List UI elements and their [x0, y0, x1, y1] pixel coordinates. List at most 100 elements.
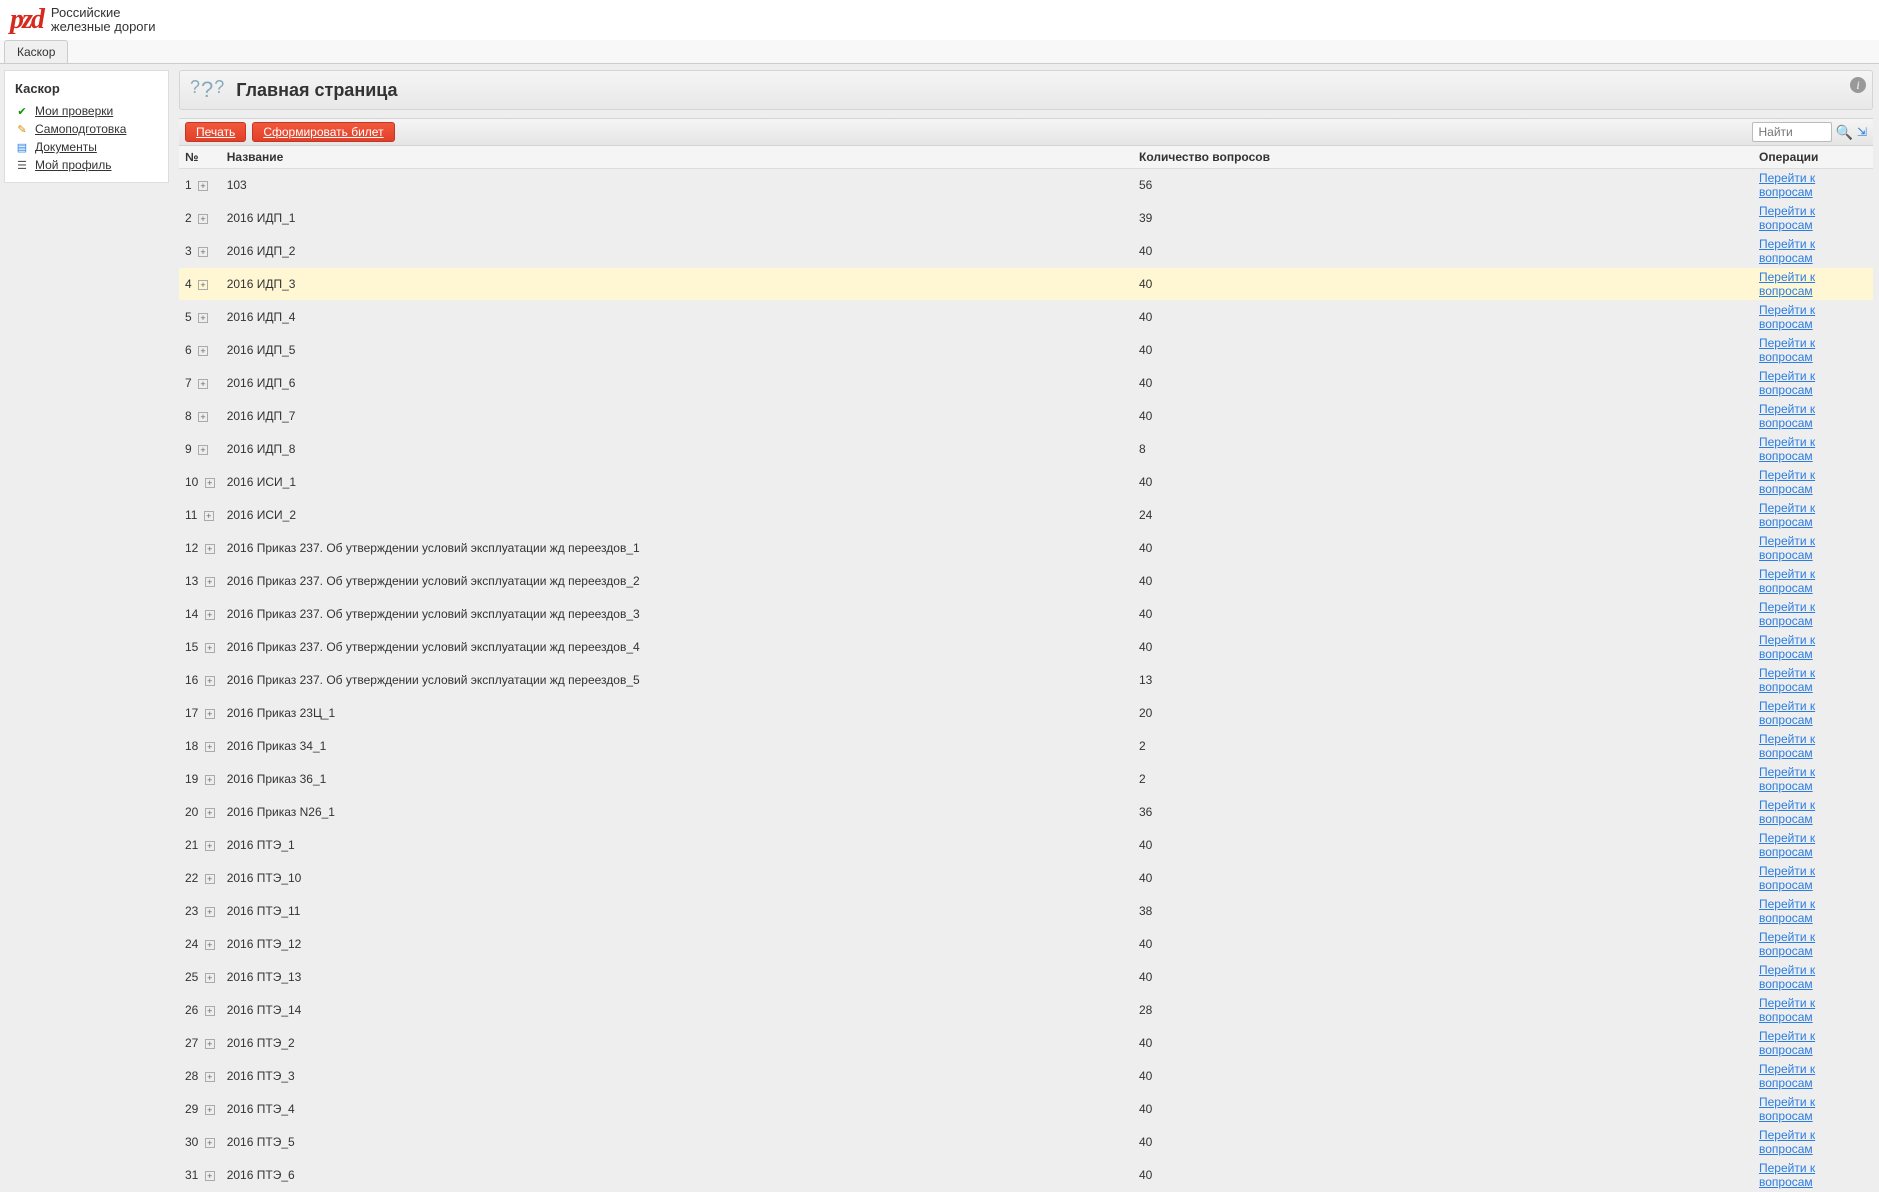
table-row[interactable]: 22 +2016 ПТЭ_1040Перейти к вопросам: [179, 862, 1873, 895]
expand-row-icon[interactable]: +: [205, 544, 215, 554]
go-to-questions-link[interactable]: Перейти к вопросам: [1759, 171, 1815, 199]
table-row[interactable]: 14 +2016 Приказ 237. Об утверждении усло…: [179, 598, 1873, 631]
table-row[interactable]: 3 +2016 ИДП_240Перейти к вопросам: [179, 235, 1873, 268]
go-to-questions-link[interactable]: Перейти к вопросам: [1759, 534, 1815, 562]
go-to-questions-link[interactable]: Перейти к вопросам: [1759, 270, 1815, 298]
go-to-questions-link[interactable]: Перейти к вопросам: [1759, 435, 1815, 463]
expand-row-icon[interactable]: +: [198, 280, 208, 290]
expand-row-icon[interactable]: +: [205, 808, 215, 818]
expand-row-icon[interactable]: +: [205, 1072, 215, 1082]
go-to-questions-link[interactable]: Перейти к вопросам: [1759, 1029, 1815, 1057]
go-to-questions-link[interactable]: Перейти к вопросам: [1759, 864, 1815, 892]
expand-row-icon[interactable]: +: [205, 940, 215, 950]
sidebar-item-docs[interactable]: ▤ Документы: [5, 138, 168, 156]
col-header-name[interactable]: Название: [221, 146, 1133, 169]
table-row[interactable]: 26 +2016 ПТЭ_1428Перейти к вопросам: [179, 994, 1873, 1027]
table-row[interactable]: 8 +2016 ИДП_740Перейти к вопросам: [179, 400, 1873, 433]
expand-row-icon[interactable]: +: [205, 676, 215, 686]
table-row[interactable]: 1 +10356Перейти к вопросам: [179, 169, 1873, 202]
search-icon[interactable]: 🔍: [1836, 124, 1853, 141]
table-row[interactable]: 10 +2016 ИСИ_140Перейти к вопросам: [179, 466, 1873, 499]
table-row[interactable]: 30 +2016 ПТЭ_540Перейти к вопросам: [179, 1126, 1873, 1159]
print-button[interactable]: Печать: [185, 122, 246, 142]
go-to-questions-link[interactable]: Перейти к вопросам: [1759, 930, 1815, 958]
expand-row-icon[interactable]: +: [205, 742, 215, 752]
expand-row-icon[interactable]: +: [205, 643, 215, 653]
col-header-num[interactable]: №: [179, 146, 221, 169]
expand-row-icon[interactable]: +: [205, 1105, 215, 1115]
table-row[interactable]: 24 +2016 ПТЭ_1240Перейти к вопросам: [179, 928, 1873, 961]
go-to-questions-link[interactable]: Перейти к вопросам: [1759, 402, 1815, 430]
expand-row-icon[interactable]: +: [205, 709, 215, 719]
table-row[interactable]: 21 +2016 ПТЭ_140Перейти к вопросам: [179, 829, 1873, 862]
help-icon[interactable]: i: [1850, 77, 1866, 93]
go-to-questions-link[interactable]: Перейти к вопросам: [1759, 897, 1815, 925]
expand-row-icon[interactable]: +: [198, 313, 208, 323]
table-row[interactable]: 16 +2016 Приказ 237. Об утверждении усло…: [179, 664, 1873, 697]
table-row[interactable]: 28 +2016 ПТЭ_340Перейти к вопросам: [179, 1060, 1873, 1093]
table-row[interactable]: 31 +2016 ПТЭ_640Перейти к вопросам: [179, 1159, 1873, 1192]
tab-kaskor[interactable]: Каскор: [4, 40, 68, 63]
sidebar-item-self[interactable]: ✎ Самоподготовка: [5, 120, 168, 138]
table-row[interactable]: 25 +2016 ПТЭ_1340Перейти к вопросам: [179, 961, 1873, 994]
go-to-questions-link[interactable]: Перейти к вопросам: [1759, 699, 1815, 727]
table-row[interactable]: 19 +2016 Приказ 36_12Перейти к вопросам: [179, 763, 1873, 796]
table-row[interactable]: 6 +2016 ИДП_540Перейти к вопросам: [179, 334, 1873, 367]
table-row[interactable]: 29 +2016 ПТЭ_440Перейти к вопросам: [179, 1093, 1873, 1126]
table-row[interactable]: 13 +2016 Приказ 237. Об утверждении усло…: [179, 565, 1873, 598]
expand-row-icon[interactable]: +: [205, 1138, 215, 1148]
go-to-questions-link[interactable]: Перейти к вопросам: [1759, 732, 1815, 760]
expand-row-icon[interactable]: +: [205, 610, 215, 620]
go-to-questions-link[interactable]: Перейти к вопросам: [1759, 1128, 1815, 1156]
go-to-questions-link[interactable]: Перейти к вопросам: [1759, 666, 1815, 694]
go-to-questions-link[interactable]: Перейти к вопросам: [1759, 798, 1815, 826]
expand-row-icon[interactable]: +: [205, 874, 215, 884]
search-input[interactable]: [1752, 122, 1832, 142]
sidebar-item-profile[interactable]: ☰ Мой профиль: [5, 156, 168, 174]
expand-row-icon[interactable]: +: [205, 577, 215, 587]
go-to-questions-link[interactable]: Перейти к вопросам: [1759, 633, 1815, 661]
go-to-questions-link[interactable]: Перейти к вопросам: [1759, 501, 1815, 529]
go-to-questions-link[interactable]: Перейти к вопросам: [1759, 1161, 1815, 1189]
expand-row-icon[interactable]: +: [198, 181, 208, 191]
form-ticket-button[interactable]: Сформировать билет: [252, 122, 394, 142]
go-to-questions-link[interactable]: Перейти к вопросам: [1759, 1062, 1815, 1090]
table-row[interactable]: 5 +2016 ИДП_440Перейти к вопросам: [179, 301, 1873, 334]
table-row[interactable]: 11 +2016 ИСИ_224Перейти к вопросам: [179, 499, 1873, 532]
expand-row-icon[interactable]: +: [198, 214, 208, 224]
expand-row-icon[interactable]: +: [198, 445, 208, 455]
go-to-questions-link[interactable]: Перейти к вопросам: [1759, 1095, 1815, 1123]
table-row[interactable]: 27 +2016 ПТЭ_240Перейти к вопросам: [179, 1027, 1873, 1060]
table-row[interactable]: 20 +2016 Приказ N26_136Перейти к вопроса…: [179, 796, 1873, 829]
col-header-count[interactable]: Количество вопросов: [1133, 146, 1753, 169]
go-to-questions-link[interactable]: Перейти к вопросам: [1759, 303, 1815, 331]
table-row[interactable]: 15 +2016 Приказ 237. Об утверждении усло…: [179, 631, 1873, 664]
go-to-questions-link[interactable]: Перейти к вопросам: [1759, 765, 1815, 793]
col-header-ops[interactable]: Операции: [1753, 146, 1873, 169]
table-row[interactable]: 4 +2016 ИДП_340Перейти к вопросам: [179, 268, 1873, 301]
go-to-questions-link[interactable]: Перейти к вопросам: [1759, 831, 1815, 859]
expand-row-icon[interactable]: +: [198, 412, 208, 422]
expand-row-icon[interactable]: +: [198, 379, 208, 389]
go-to-questions-link[interactable]: Перейти к вопросам: [1759, 963, 1815, 991]
go-to-questions-link[interactable]: Перейти к вопросам: [1759, 336, 1815, 364]
sidebar-item-checks[interactable]: ✔ Мои проверки: [5, 102, 168, 120]
expand-row-icon[interactable]: +: [205, 775, 215, 785]
expand-row-icon[interactable]: +: [205, 907, 215, 917]
table-row[interactable]: 23 +2016 ПТЭ_1138Перейти к вопросам: [179, 895, 1873, 928]
table-row[interactable]: 9 +2016 ИДП_88Перейти к вопросам: [179, 433, 1873, 466]
expand-row-icon[interactable]: +: [205, 1039, 215, 1049]
expand-row-icon[interactable]: +: [205, 841, 215, 851]
go-to-questions-link[interactable]: Перейти к вопросам: [1759, 369, 1815, 397]
go-to-questions-link[interactable]: Перейти к вопросам: [1759, 204, 1815, 232]
table-row[interactable]: 17 +2016 Приказ 23Ц_120Перейти к вопроса…: [179, 697, 1873, 730]
expand-row-icon[interactable]: +: [198, 346, 208, 356]
expand-row-icon[interactable]: +: [205, 973, 215, 983]
expand-icon[interactable]: ⇲: [1857, 125, 1867, 139]
table-row[interactable]: 12 +2016 Приказ 237. Об утверждении усло…: [179, 532, 1873, 565]
go-to-questions-link[interactable]: Перейти к вопросам: [1759, 996, 1815, 1024]
expand-row-icon[interactable]: +: [205, 1006, 215, 1016]
expand-row-icon[interactable]: +: [205, 478, 215, 488]
go-to-questions-link[interactable]: Перейти к вопросам: [1759, 468, 1815, 496]
expand-row-icon[interactable]: +: [204, 511, 214, 521]
